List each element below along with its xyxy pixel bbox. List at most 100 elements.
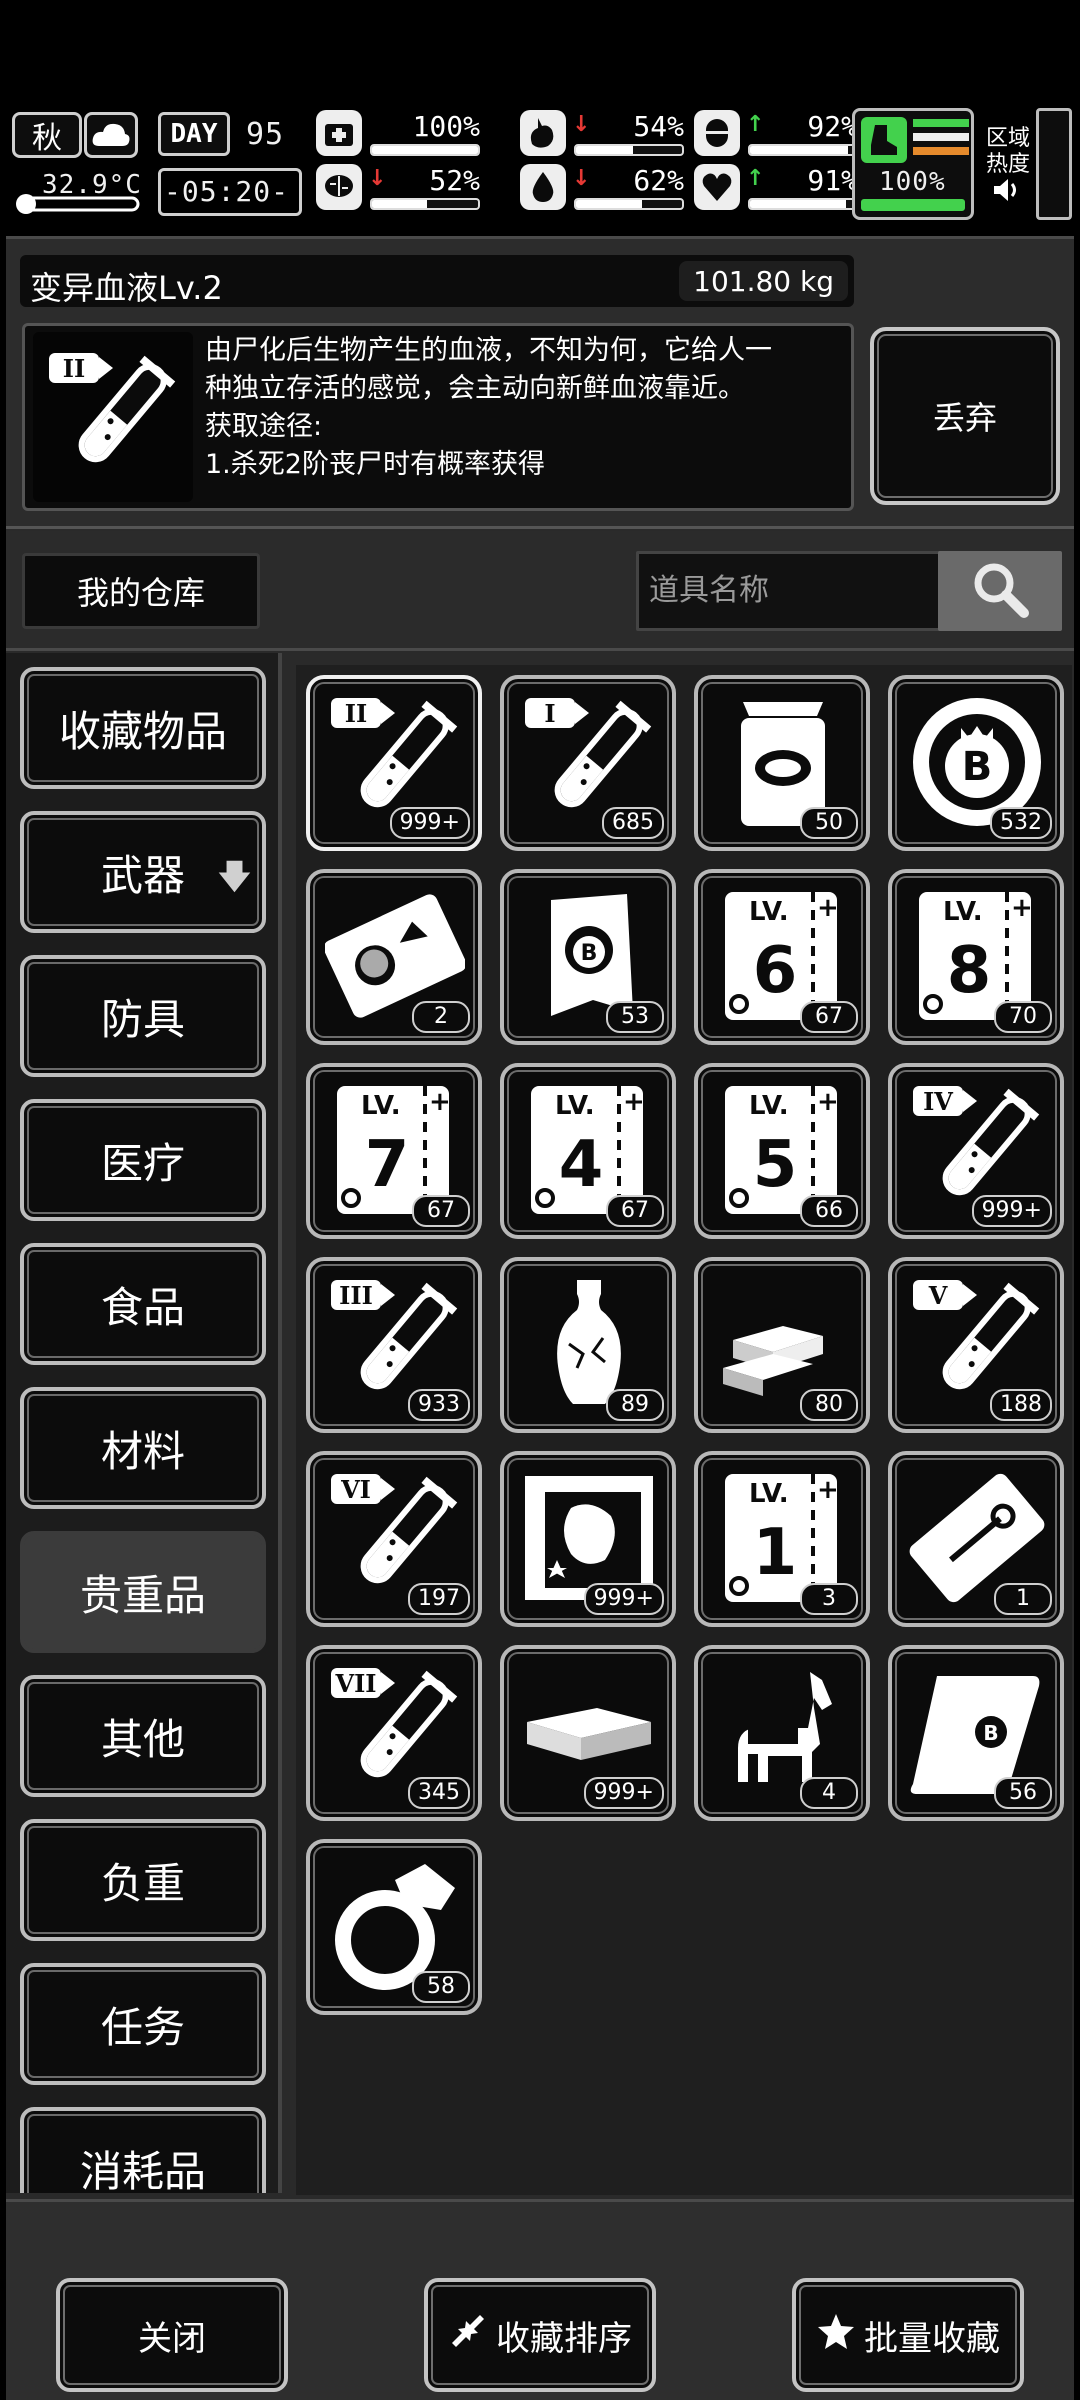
zone-heat-meter — [1036, 108, 1072, 220]
inventory-slot[interactable]: LV. + 1 3 — [694, 1451, 870, 1627]
sort-arrows-icon — [448, 2313, 488, 2358]
category-8[interactable]: 负重 — [20, 1819, 266, 1941]
close-button[interactable]: 关闭 — [56, 2278, 288, 2392]
discard-button[interactable]: 丢弃 — [870, 327, 1060, 505]
category-1[interactable]: 武器 🡇 — [20, 811, 266, 933]
boot-level-stripes — [913, 119, 969, 163]
description-line: 1.杀死2阶丧尸时有概率获得 — [205, 449, 545, 480]
sort-favorites-button[interactable]: 收藏排序 — [424, 2278, 656, 2392]
sort-label: 收藏排序 — [496, 2318, 632, 2359]
category-label: 消耗品 — [79, 2146, 206, 2194]
stat-value: 100% — [412, 110, 480, 143]
stat-bar — [370, 198, 480, 210]
inventory-slot[interactable]: II 999+ — [306, 675, 482, 851]
category-3[interactable]: 医疗 — [20, 1099, 266, 1221]
item-count: 4 — [800, 1777, 858, 1809]
item-description-box: II 由尸化后生物产生的血液，不知为何，它给人一 种独立存活的感觉，会主动向新鲜… — [22, 323, 854, 511]
inventory-slot[interactable]: 80 — [694, 1257, 870, 1433]
day-label: DAY — [170, 119, 218, 149]
svg-text:+: + — [1011, 893, 1033, 923]
inventory-slot[interactable]: IV 999+ — [888, 1063, 1064, 1239]
dropdown-arrow-icon: 🡇 — [217, 857, 252, 897]
inventory-slot[interactable]: III 933 — [306, 1257, 482, 1433]
inventory-slot[interactable]: B 56 — [888, 1645, 1064, 1821]
tube-tier-label: II — [63, 354, 85, 383]
item-title-bar: 变异血液Lv.2 101.80 kg — [20, 255, 854, 307]
inventory-slot[interactable]: 58 — [306, 1839, 482, 2015]
inventory-slot[interactable]: 50 — [694, 675, 870, 851]
tube-tier-label: IV — [923, 1087, 953, 1116]
day-badge: DAY — [158, 112, 230, 156]
day-time-panel: DAY 95 -05:20- — [150, 108, 310, 220]
tube-tier-label: VII — [334, 1669, 376, 1698]
svg-text:+: + — [817, 1087, 839, 1117]
item-count: 999+ — [971, 1195, 1052, 1227]
inventory-slot[interactable]: 89 — [500, 1257, 676, 1433]
item-count: 999+ — [389, 807, 470, 839]
search-button[interactable] — [938, 551, 1062, 631]
category-label: 贵重品 — [79, 1570, 206, 1620]
inventory-slot[interactable]: LV. + 7 67 — [306, 1063, 482, 1239]
svg-text:LV.: LV. — [749, 1479, 789, 1509]
inventory-slot[interactable]: 999+ — [500, 1451, 676, 1627]
item-count: 67 — [412, 1195, 470, 1227]
inventory-slot[interactable]: I 685 — [500, 675, 676, 851]
item-count: 53 — [606, 1001, 664, 1033]
inventory-slot[interactable]: 1 — [888, 1451, 1064, 1627]
category-0[interactable]: 收藏物品 — [20, 667, 266, 789]
category-label: 防具 — [100, 994, 185, 1044]
stat-value: 52% — [429, 164, 480, 197]
search-input[interactable]: 道具名称 — [636, 551, 942, 631]
season-badge: 秋 — [12, 112, 82, 158]
category-6[interactable]: 贵重品 — [20, 1531, 266, 1653]
stat-mood: ↑ 91% — [694, 162, 864, 214]
day-number: 95 — [246, 117, 285, 152]
inventory-slot[interactable]: VI 197 — [306, 1451, 482, 1627]
stat-bar — [370, 144, 480, 156]
season-label: 秋 — [32, 121, 62, 156]
category-7[interactable]: 其他 — [20, 1675, 266, 1797]
stat-trend-arrow: ↓ — [572, 112, 591, 137]
warehouse-search-row: 我的仓库 道具名称 — [6, 531, 1074, 651]
svg-text:+: + — [817, 1475, 839, 1505]
category-9[interactable]: 任务 — [20, 1963, 266, 2085]
svg-text:LV.: LV. — [943, 897, 983, 927]
batch-label: 批量收藏 — [864, 2318, 1000, 2359]
stat-value: 62% — [633, 164, 684, 197]
inventory-slot[interactable]: 4 — [694, 1645, 870, 1821]
item-count: 58 — [412, 1971, 470, 2003]
stat-value: 92% — [807, 110, 858, 143]
inventory-slot[interactable]: B 532 — [888, 675, 1064, 851]
category-2[interactable]: 防具 — [20, 955, 266, 1077]
tube-tier-label: II — [345, 699, 367, 728]
inventory-slot[interactable]: 999+ — [500, 1645, 676, 1821]
season-weather-panel: 秋 32.9°C — [8, 108, 141, 220]
inventory-slot[interactable]: B 53 — [500, 869, 676, 1045]
inventory-slot[interactable]: VII 345 — [306, 1645, 482, 1821]
inventory-slot[interactable]: V 188 — [888, 1257, 1064, 1433]
bottom-action-bar: 关闭 收藏排序 批量收藏 — [6, 2199, 1074, 2400]
tube-tier-label: VI — [340, 1475, 371, 1504]
search-icon — [968, 557, 1032, 625]
item-count: 50 — [800, 807, 858, 839]
category-10[interactable]: 消耗品 — [20, 2107, 266, 2193]
inventory-panel: 变异血液Lv.2 101.80 kg II 由尸化后生物产生的血液，不知为何，它… — [6, 236, 1074, 2400]
category-5[interactable]: 材料 — [20, 1387, 266, 1509]
item-weight: 101.80 kg — [679, 261, 848, 301]
boot-bar — [861, 199, 965, 211]
svg-text:LV.: LV. — [555, 1091, 595, 1121]
inventory-slot[interactable]: 2 — [306, 869, 482, 1045]
svg-text:B: B — [983, 1721, 998, 1745]
sound-icon[interactable] — [990, 174, 1022, 206]
batch-favorite-button[interactable]: 批量收藏 — [792, 2278, 1024, 2392]
description-line: 获取途径: — [205, 411, 323, 442]
item-count: 80 — [800, 1389, 858, 1421]
inventory-slot[interactable]: LV. + 8 70 — [888, 869, 1064, 1045]
inventory-slot[interactable]: LV. + 6 67 — [694, 869, 870, 1045]
category-4[interactable]: 食品 — [20, 1243, 266, 1365]
svg-text:5: 5 — [753, 1128, 798, 1202]
stat-bar — [748, 198, 858, 210]
status-hud: 秋 32.9°C DAY 95 -05:20- 100% ↓ 54% ↑ 92%… — [0, 102, 1080, 224]
inventory-slot[interactable]: LV. + 4 67 — [500, 1063, 676, 1239]
inventory-slot[interactable]: LV. + 5 66 — [694, 1063, 870, 1239]
